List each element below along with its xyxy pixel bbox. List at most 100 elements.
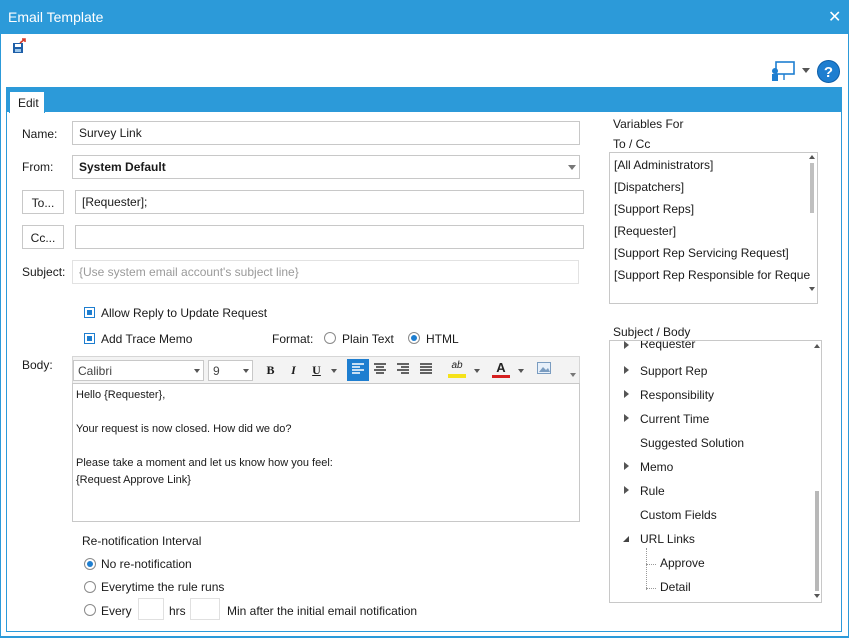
list-item[interactable]: [Support Rep Servicing Request] (610, 241, 817, 263)
name-input[interactable]: Survey Link (72, 121, 580, 145)
toolbar-overflow-icon[interactable] (570, 373, 576, 377)
font-dropdown-icon[interactable] (194, 369, 200, 373)
list-item[interactable]: [Dispatchers] (610, 175, 817, 197)
from-value: System Default (79, 160, 166, 174)
tree-scroll-down-icon[interactable] (814, 594, 820, 598)
presentation-icon[interactable] (770, 60, 796, 82)
variables-heading: Variables For (613, 117, 684, 131)
format-html-label: HTML (426, 332, 459, 346)
body-label: Body: (22, 358, 53, 372)
tree-label: Custom Fields (640, 508, 717, 522)
body-line (76, 404, 576, 421)
bold-button[interactable]: B (260, 360, 281, 381)
subject-body-heading: Subject / Body (613, 325, 691, 339)
size-dropdown-icon[interactable] (243, 369, 249, 373)
close-icon[interactable]: ✕ (828, 7, 841, 27)
tree-label: Suggested Solution (640, 436, 745, 450)
tree-connector (646, 548, 647, 590)
underline-button[interactable]: U (306, 360, 327, 381)
align-right-icon[interactable] (392, 359, 413, 380)
tree-scroll-up-icon[interactable] (814, 344, 820, 348)
variables-subheading: To / Cc (613, 137, 651, 151)
every-radio[interactable] (84, 604, 96, 616)
collapse-icon[interactable] (623, 536, 629, 542)
tree-item-rule[interactable]: Rule (621, 480, 821, 502)
to-input[interactable]: [Requester]; (75, 190, 584, 214)
cc-input[interactable] (75, 225, 584, 249)
save-export-icon[interactable] (12, 38, 28, 54)
everytime-radio[interactable] (84, 581, 96, 593)
highlight-glyph: ab (451, 360, 463, 371)
align-center-icon[interactable] (369, 359, 390, 380)
allow-reply-label: Allow Reply to Update Request (101, 306, 268, 320)
help-icon[interactable]: ? (817, 60, 840, 83)
chevron-down-icon[interactable] (802, 68, 810, 73)
expand-icon[interactable] (624, 462, 629, 470)
list-item[interactable]: [All Administrators] (610, 153, 817, 175)
font-family-value: Calibri (78, 364, 113, 378)
from-select[interactable]: System Default (72, 155, 580, 179)
underline-dropdown-icon[interactable] (331, 369, 337, 373)
tree-item-approve[interactable]: Approve (660, 556, 810, 578)
tree-label: URL Links (640, 532, 695, 546)
expand-icon[interactable] (624, 341, 629, 349)
to-button[interactable]: To... (22, 190, 64, 214)
format-label: Format: (272, 332, 314, 346)
variables-scrollbar[interactable] (810, 163, 814, 213)
subject-body-tree[interactable]: Requester Support Rep Responsibility Cur… (609, 340, 822, 603)
tree-item-custom-fields[interactable]: Custom Fields (621, 504, 821, 526)
tree-label: Responsibility (640, 388, 715, 402)
tree-label: Memo (640, 460, 674, 474)
dropdown-arrow-icon[interactable] (568, 165, 576, 170)
allow-reply-checkbox[interactable] (84, 307, 95, 318)
add-trace-checkbox[interactable] (84, 333, 95, 344)
align-justify-icon[interactable] (415, 359, 436, 380)
renotification-heading: Re-notification Interval (82, 534, 202, 548)
subject-input[interactable]: {Use system email account's subject line… (72, 260, 579, 284)
highlight-dropdown-icon[interactable] (474, 369, 480, 373)
tree-connector (646, 588, 656, 589)
minutes-input[interactable] (190, 598, 220, 620)
from-label: From: (22, 160, 54, 174)
tree-item-responsibility[interactable]: Responsibility (621, 384, 821, 406)
expand-icon[interactable] (624, 414, 629, 422)
tree-label: Rule (640, 484, 665, 498)
tree-item-memo[interactable]: Memo (621, 456, 821, 478)
tree-item-current-time[interactable]: Current Time (621, 408, 821, 430)
no-renotification-radio[interactable] (84, 558, 96, 570)
font-color-glyph: A (496, 360, 506, 375)
scroll-down-icon[interactable] (809, 287, 815, 291)
tree-item-suggested-solution[interactable]: Suggested Solution (621, 432, 821, 454)
cc-button[interactable]: Cc... (22, 225, 64, 249)
body-line: Your request is now closed. How did we d… (76, 423, 292, 435)
align-left-icon[interactable] (347, 359, 369, 381)
body-editor[interactable]: Hello {Requester}, Your request is now c… (72, 383, 580, 522)
font-family-select[interactable]: Calibri (73, 360, 204, 381)
hours-input[interactable] (138, 598, 164, 620)
tree-label: Current Time (640, 412, 710, 426)
tree-label: Detail (660, 580, 691, 594)
no-renotification-label: No re-notification (101, 557, 192, 571)
highlight-button[interactable]: ab (446, 360, 468, 380)
everytime-label: Everytime the rule runs (101, 580, 225, 594)
scroll-up-icon[interactable] (809, 155, 815, 159)
tree-item-support-rep[interactable]: Support Rep (621, 360, 821, 382)
expand-icon[interactable] (624, 390, 629, 398)
font-color-dropdown-icon[interactable] (518, 369, 524, 373)
tree-item-detail[interactable]: Detail (660, 580, 810, 602)
italic-button[interactable]: I (283, 360, 304, 381)
insert-image-icon[interactable] (537, 362, 551, 374)
expand-icon[interactable] (624, 486, 629, 494)
format-html-radio[interactable] (408, 332, 420, 344)
variables-list[interactable]: [All Administrators] [Dispatchers] [Supp… (609, 152, 818, 304)
tree-item-url-links[interactable]: URL Links (621, 528, 821, 550)
tree-scrollbar[interactable] (815, 491, 819, 591)
tree-item-requester[interactable]: Requester (621, 341, 821, 359)
list-item[interactable]: [Support Rep Responsible for Reque (610, 263, 817, 285)
tab-edit[interactable]: Edit (9, 91, 45, 113)
font-color-button[interactable]: A (490, 360, 512, 380)
format-plain-text-radio[interactable] (324, 332, 336, 344)
list-item[interactable]: [Support Reps] (610, 197, 817, 219)
expand-icon[interactable] (624, 366, 629, 374)
list-item[interactable]: [Requester] (610, 219, 817, 241)
